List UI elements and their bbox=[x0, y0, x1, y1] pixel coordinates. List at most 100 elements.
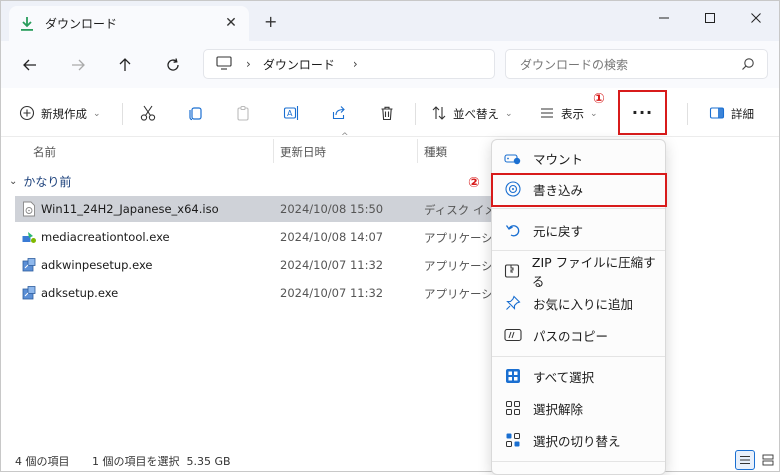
file-name: Win11_24H2_Japanese_x64.iso bbox=[41, 202, 219, 216]
new-tab-button[interactable]: + bbox=[264, 14, 277, 30]
menu-item-copy-path[interactable]: パスのコピー bbox=[500, 320, 660, 350]
view-button[interactable]: 表示 ⌄ bbox=[539, 101, 598, 127]
file-name: mediacreationtool.exe bbox=[41, 230, 170, 244]
minimize-button[interactable] bbox=[641, 7, 687, 29]
svg-text:A: A bbox=[287, 109, 293, 118]
navigation-bar: › ダウンロード › ダウンロードの検索 bbox=[1, 41, 779, 88]
new-button[interactable]: 新規作成 ⌄ bbox=[19, 101, 101, 127]
undo-icon bbox=[504, 221, 522, 239]
view-label: 表示 bbox=[561, 107, 584, 121]
cut-button[interactable] bbox=[139, 101, 157, 127]
breadcrumb-downloads[interactable]: ダウンロード bbox=[263, 56, 335, 73]
select-none-icon bbox=[504, 399, 522, 417]
menu-divider bbox=[492, 250, 665, 251]
download-folder-icon bbox=[19, 16, 35, 32]
tab-title: ダウンロード bbox=[45, 17, 118, 31]
setup-exe-icon bbox=[21, 257, 37, 273]
up-arrow-icon bbox=[119, 58, 131, 71]
pin-icon bbox=[504, 294, 522, 312]
menu-label: お気に入りに追加 bbox=[533, 296, 634, 312]
group-header[interactable]: ⌄ かなり前 bbox=[9, 173, 71, 190]
scissors-icon bbox=[139, 104, 157, 125]
menu-item-select-all[interactable]: すべて選択 bbox=[500, 361, 660, 391]
setup-exe-icon bbox=[21, 285, 37, 301]
search-box[interactable]: ダウンロードの検索 bbox=[505, 49, 768, 79]
rename-button[interactable]: A bbox=[283, 101, 301, 127]
annotation-badge-2: ② bbox=[468, 175, 480, 191]
menu-item-zip[interactable]: ZIP ファイルに圧縮する bbox=[500, 255, 660, 289]
close-button[interactable] bbox=[733, 7, 779, 29]
chevron-down-icon: ⌄ bbox=[9, 176, 18, 187]
menu-item-invert-selection[interactable]: 選択の切り替え bbox=[500, 425, 660, 455]
tiles-view-toggle[interactable] bbox=[758, 450, 778, 470]
refresh-button[interactable] bbox=[161, 53, 185, 77]
column-header-type[interactable]: 種類 bbox=[424, 141, 447, 163]
annotation-badge-1: ① bbox=[593, 91, 605, 107]
menu-item-favorite[interactable]: お気に入りに追加 bbox=[500, 288, 660, 318]
menu-label: 元に戻す bbox=[533, 223, 584, 239]
search-icon bbox=[741, 57, 755, 74]
column-header-date[interactable]: 更新日時 bbox=[280, 141, 326, 163]
toolbar-divider bbox=[415, 103, 416, 125]
tab-downloads[interactable]: ダウンロード ✕ bbox=[9, 6, 249, 41]
tab-close-icon[interactable]: ✕ bbox=[223, 15, 239, 31]
breadcrumb-separator[interactable]: › bbox=[246, 57, 251, 71]
copy-button[interactable] bbox=[187, 101, 203, 127]
file-date: 2024/10/08 15:50 bbox=[280, 202, 384, 216]
title-bar: ダウンロード ✕ + bbox=[1, 1, 779, 41]
details-pane-icon bbox=[709, 105, 725, 124]
menu-label: すべて選択 bbox=[533, 369, 595, 385]
chevron-down-icon: ⌄ bbox=[93, 109, 101, 119]
details-view-toggle[interactable] bbox=[735, 450, 755, 470]
clipboard-icon bbox=[235, 105, 251, 124]
rename-icon: A bbox=[283, 105, 301, 124]
file-date: 2024/10/07 11:32 bbox=[280, 286, 384, 300]
status-item-count: 4 個の項目 bbox=[15, 455, 70, 468]
menu-item-mount[interactable]: マウント bbox=[500, 143, 660, 173]
forward-arrow-icon bbox=[72, 59, 85, 71]
mount-drive-icon bbox=[504, 149, 522, 167]
menu-label: マウント bbox=[533, 151, 584, 167]
back-button[interactable] bbox=[18, 53, 42, 77]
menu-divider bbox=[492, 356, 665, 357]
details-button[interactable]: 詳細 bbox=[709, 101, 754, 127]
burn-highlight-box bbox=[491, 173, 667, 207]
file-row[interactable]: adkwinpesetup.exe 2024/10/07 11:32 アプリケー… bbox=[15, 252, 516, 278]
column-header-name[interactable]: 名前 bbox=[33, 141, 56, 163]
breadcrumb-separator[interactable]: › bbox=[353, 57, 358, 71]
details-label: 詳細 bbox=[731, 107, 754, 121]
file-row[interactable]: Win11_24H2_Japanese_x64.iso 2024/10/08 1… bbox=[15, 196, 519, 222]
forward-button[interactable] bbox=[66, 53, 90, 77]
disc-image-file-icon bbox=[21, 201, 37, 217]
sort-label: 並べ替え bbox=[453, 107, 499, 121]
menu-item-undo[interactable]: 元に戻す bbox=[500, 215, 660, 245]
invert-selection-icon bbox=[504, 431, 522, 449]
file-row[interactable]: adksetup.exe 2024/10/07 11:32 アプリケーション bbox=[15, 280, 516, 306]
paste-button[interactable] bbox=[235, 101, 251, 127]
plus-circle-icon bbox=[19, 105, 35, 124]
group-label: かなり前 bbox=[23, 175, 72, 189]
copy-path-icon bbox=[504, 326, 522, 344]
view-lines-icon bbox=[539, 105, 555, 124]
up-button[interactable] bbox=[113, 53, 137, 77]
sort-button[interactable]: 並べ替え ⌄ bbox=[431, 101, 513, 127]
menu-item-select-none[interactable]: 選択解除 bbox=[500, 393, 660, 423]
file-row[interactable]: mediacreationtool.exe 2024/10/08 14:07 ア… bbox=[15, 224, 516, 250]
file-name: adkwinpesetup.exe bbox=[41, 258, 153, 272]
menu-label: 選択解除 bbox=[533, 401, 584, 417]
share-button[interactable] bbox=[331, 101, 347, 127]
copy-icon bbox=[187, 105, 203, 124]
sort-arrows-icon bbox=[431, 105, 447, 124]
menu-label: パスのコピー bbox=[533, 328, 609, 344]
column-divider bbox=[417, 139, 418, 163]
refresh-icon bbox=[167, 58, 179, 71]
file-date: 2024/10/08 14:07 bbox=[280, 230, 384, 244]
menu-label: ZIP ファイルに圧縮する bbox=[531, 255, 656, 289]
maximize-button[interactable] bbox=[687, 7, 733, 29]
delete-button[interactable] bbox=[379, 101, 395, 127]
menu-divider bbox=[492, 461, 665, 462]
address-bar[interactable]: › ダウンロード › bbox=[203, 49, 495, 79]
file-date: 2024/10/07 11:32 bbox=[280, 258, 384, 272]
select-all-icon bbox=[504, 367, 522, 385]
more-options-button[interactable]: ··· bbox=[618, 90, 667, 135]
